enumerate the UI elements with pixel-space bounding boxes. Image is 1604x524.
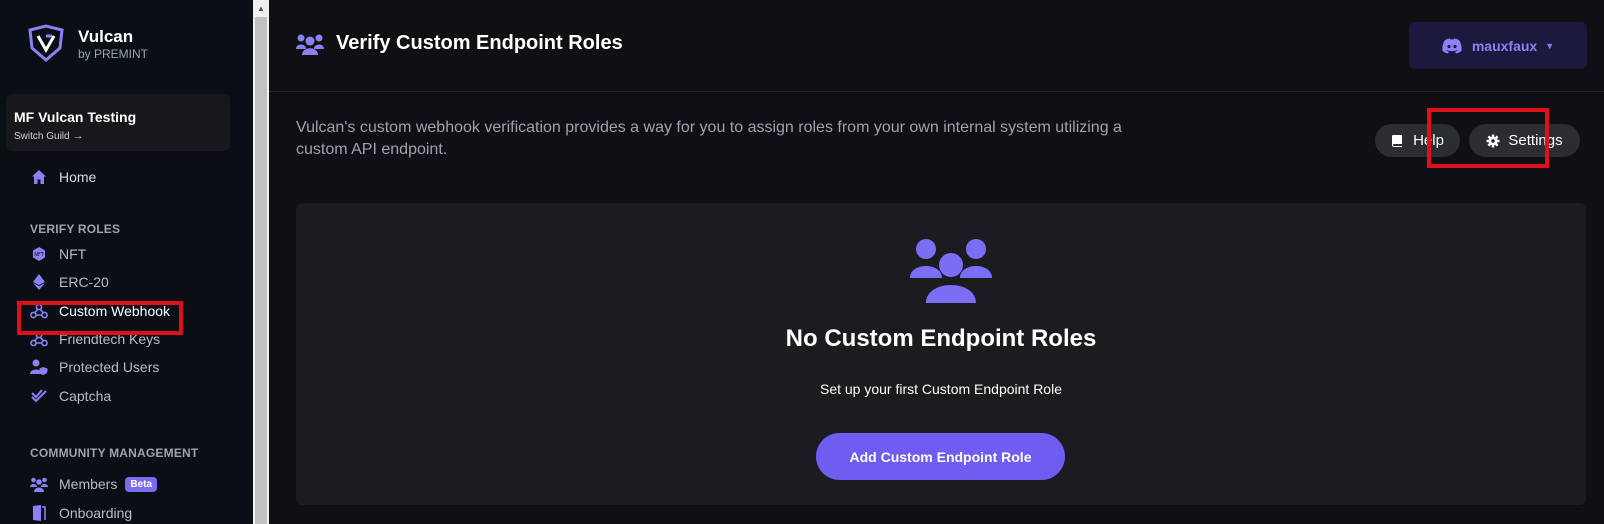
users-icon (30, 475, 48, 493)
users-icon (296, 34, 324, 55)
sidebar-item-nft[interactable]: NFT NFT (30, 242, 86, 266)
switch-guild-label: Switch Guild (14, 130, 70, 142)
sidebar-item-home[interactable]: Home (30, 165, 96, 189)
username: mauxfaux (1471, 37, 1538, 54)
add-custom-endpoint-role-button[interactable]: Add Custom Endpoint Role (816, 433, 1065, 480)
brand[interactable]: Vulcan by PREMINT (26, 24, 148, 64)
page-title-text: Verify Custom Endpoint Roles (336, 32, 623, 54)
arrow-right-icon: → (72, 130, 84, 142)
brand-subtitle: by PREMINT (78, 47, 149, 61)
sidebar-item-erc20[interactable]: ERC-20 (30, 270, 109, 294)
sidebar-item-members[interactable]: Members Beta (30, 472, 158, 496)
brand-name: Vulcan (78, 27, 134, 46)
user-shield-icon (30, 358, 48, 376)
ethereum-icon (30, 273, 48, 291)
empty-state-subtitle: Set up your first Custom Endpoint Role (819, 381, 1062, 397)
guild-name: MF Vulcan Testing (14, 109, 137, 125)
nft-icon: NFT (30, 245, 48, 263)
sidebar-item-label: Protected Users (59, 359, 160, 375)
sidebar-item-label: NFT (59, 246, 87, 262)
users-icon (910, 239, 992, 303)
highlight-box (1427, 108, 1549, 168)
user-menu-button[interactable]: mauxfaux ▼ (1409, 22, 1587, 69)
vulcan-logo-icon (28, 24, 64, 62)
nav-heading-verify-roles: VERIFY ROLES (30, 222, 121, 236)
app-window: Vulcan by PREMINT MF Vulcan Testing Swit… (0, 0, 1604, 524)
vertical-scrollbar[interactable]: ▲ (253, 0, 269, 524)
sidebar: Vulcan by PREMINT MF Vulcan Testing Swit… (0, 0, 253, 524)
guild-selector[interactable]: MF Vulcan Testing Switch Guild → (6, 94, 230, 151)
discord-icon (1442, 38, 1462, 53)
beta-badge: Beta (125, 476, 158, 492)
top-bar: Verify Custom Endpoint Roles mauxfaux ▼ (269, 0, 1604, 92)
nav-heading-community-management: COMMUNITY MANAGEMENT (30, 446, 199, 460)
sidebar-item-label: Members (59, 476, 118, 492)
highlight-box (17, 301, 183, 335)
sidebar-item-label: Home (59, 169, 97, 185)
sidebar-item-onboarding[interactable]: Onboarding (30, 501, 132, 524)
home-icon (30, 168, 48, 186)
scroll-up-arrow-icon[interactable]: ▲ (253, 0, 269, 16)
sidebar-item-protected-users[interactable]: Protected Users (30, 355, 159, 379)
scrollbar-thumb[interactable] (255, 17, 267, 524)
sidebar-item-captcha[interactable]: Captcha (30, 384, 111, 408)
sidebar-item-label: Onboarding (59, 505, 133, 521)
empty-state-card: No Custom Endpoint Roles Set up your fir… (296, 203, 1586, 505)
sidebar-item-label: ERC-20 (59, 274, 109, 290)
page-title: Verify Custom Endpoint Roles (296, 32, 623, 55)
switch-guild-link[interactable]: Switch Guild → (14, 130, 222, 142)
page-description: Vulcan's custom webhook verification pro… (296, 119, 1122, 158)
empty-state-title: No Custom Endpoint Roles (785, 325, 1097, 352)
sidebar-item-label: Captcha (59, 388, 112, 404)
caret-down-icon: ▼ (1545, 40, 1555, 51)
door-icon (30, 504, 48, 522)
svg-text:NFT: NFT (34, 252, 45, 258)
double-check-icon (30, 387, 48, 405)
main-content: Verify Custom Endpoint Roles mauxfaux ▼ … (269, 0, 1604, 524)
book-icon (1392, 134, 1403, 147)
